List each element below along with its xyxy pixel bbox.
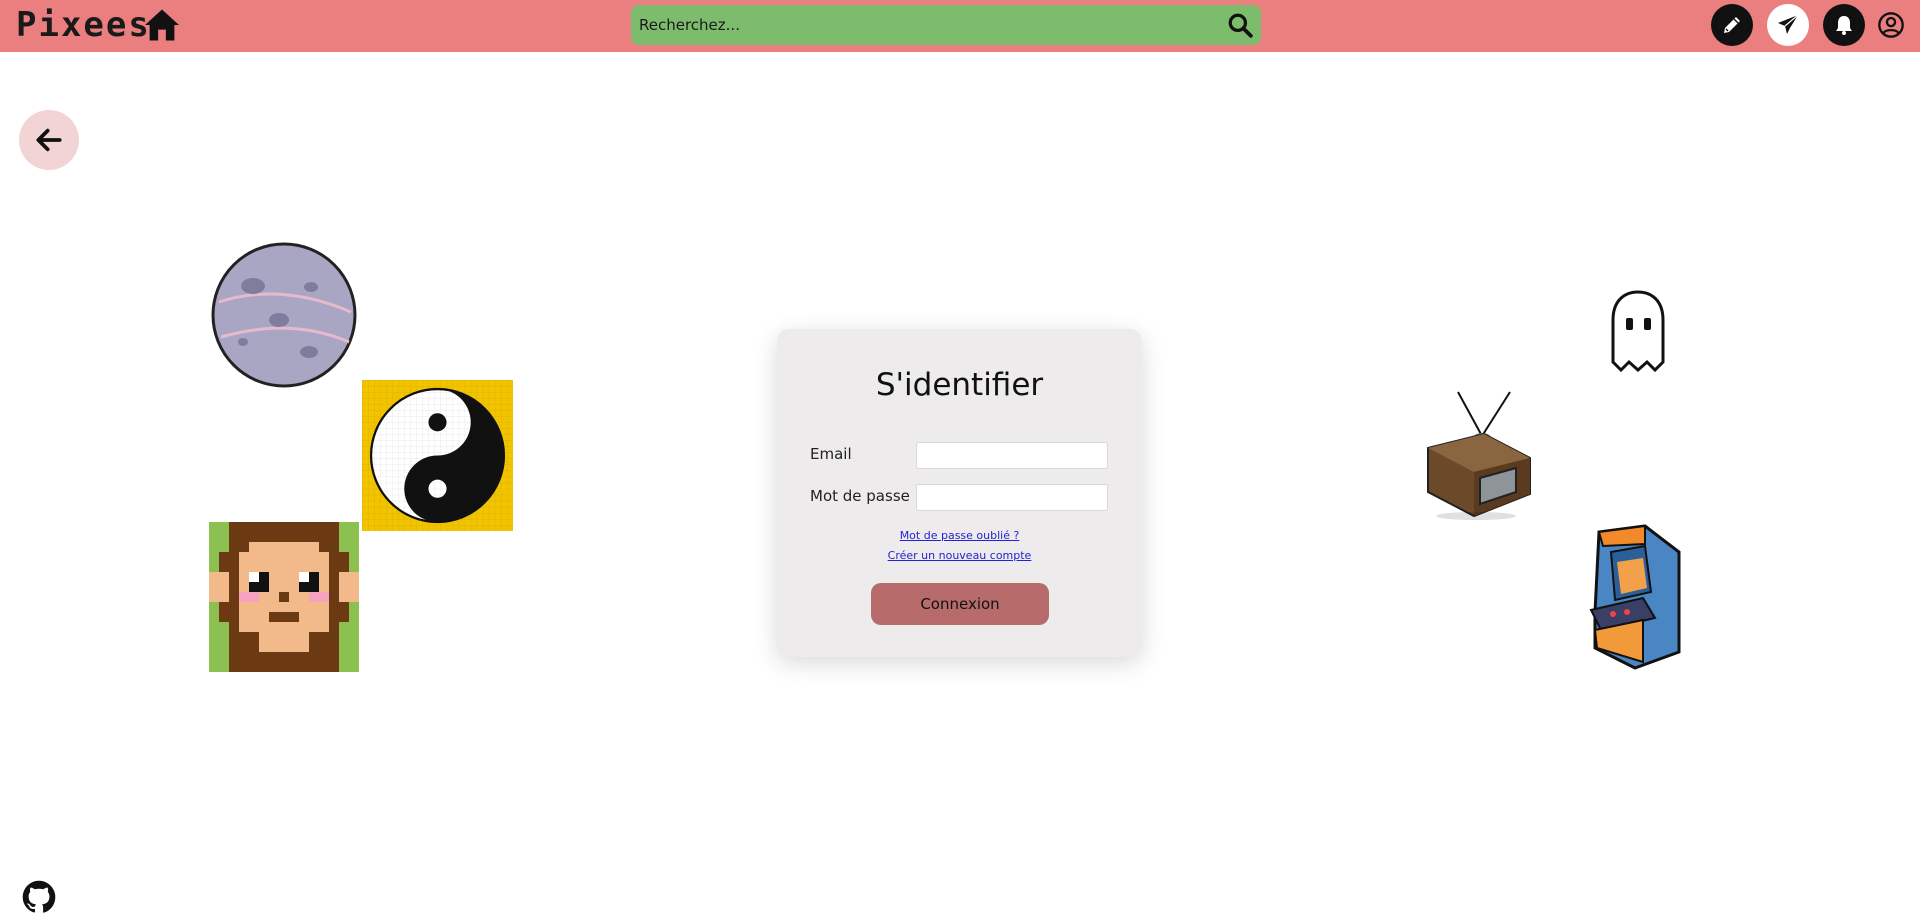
password-label: Mot de passe [810,487,910,505]
notifications-button[interactable] [1823,4,1865,46]
tv-pixel-art-image [1427,391,1531,520]
search-bar [631,5,1261,45]
forgot-password-link[interactable]: Mot de passe oublié ? [777,529,1142,542]
arrow-left-icon [36,128,62,152]
back-button[interactable] [19,110,79,170]
search-input[interactable] [639,11,1199,39]
home-icon[interactable] [143,8,181,42]
monkey-pixel-art-image [209,522,359,672]
password-input[interactable] [916,484,1108,511]
email-input[interactable] [916,442,1108,469]
top-bar: Pixees [0,0,1920,52]
bell-icon [1836,16,1852,35]
pencil-icon [1724,17,1740,33]
login-button[interactable]: Connexion [871,583,1049,625]
yin-yang-pixel-art-image [362,380,513,531]
search-icon[interactable] [1227,12,1253,38]
login-card: S'identifier Email Mot de passe Mot de p… [777,329,1142,657]
account-button[interactable] [1875,9,1907,41]
ghost-pixel-art-image [1611,290,1665,373]
messages-button[interactable] [1767,4,1809,46]
paper-plane-icon [1778,14,1799,34]
moon-pixel-art-image [211,242,357,388]
create-button[interactable] [1711,4,1753,46]
site-logo[interactable]: Pixees [16,5,151,45]
login-title: S'identifier [875,367,1044,403]
create-account-link[interactable]: Créer un nouveau compte [777,549,1142,562]
user-circle-icon [1878,12,1904,38]
arcade-machine-pixel-art-image [1589,524,1681,670]
github-icon[interactable] [22,880,56,914]
email-label: Email [810,445,852,463]
